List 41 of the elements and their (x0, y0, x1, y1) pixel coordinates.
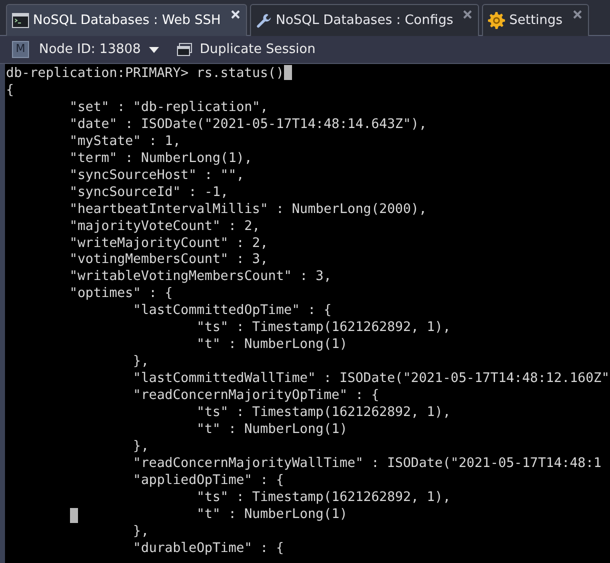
terminal-line: "date" : ISODate("2021-05-17T14:48:14.643Z"), (68, 116, 427, 132)
terminal-line: "syncSourceId" : -1, (68, 184, 228, 200)
node-dropdown[interactable]: Node ID: 13808 (39, 40, 159, 60)
windows-icon (176, 43, 192, 56)
terminal-line: "syncSourceHost" : "", (68, 168, 244, 183)
terminal-line: "optimes" : { (68, 286, 173, 302)
terminal-line: { (6, 82, 14, 98)
terminal-line: "t" : NumberLong(1) (196, 422, 348, 438)
terminal-line: "set" : "db-replication", (68, 100, 268, 115)
terminal-line: }, (132, 438, 149, 454)
terminal-line: }, (132, 524, 149, 539)
tab[interactable]: Settings (482, 4, 589, 36)
terminal-line: "ts" : Timestamp(1621262892, 1), (196, 320, 451, 336)
terminal-line: "durableOpTime" : { (132, 540, 284, 556)
terminal-output[interactable] (0, 64, 610, 563)
gear-icon (488, 12, 506, 29)
terminal-line: "heartbeatIntervalMillis" : NumberLong(2000), (68, 202, 427, 217)
terminal-line: "votingMembersCount" : 3, (68, 252, 268, 268)
terminal-line: "writableVotingMembersCount" : 3, (68, 269, 332, 284)
terminal-line: "writeMajorityCount" : 2, (68, 236, 268, 251)
terminal-icon (12, 13, 29, 28)
terminal-line: "readConcernMajorityOpTime" : { (132, 388, 380, 404)
terminal-line: "readConcernMajorityWallTime" : ISODate("2021-05-17T14:48:1 (132, 456, 602, 471)
terminal-line: db-replication:PRIMARY> rs.status() (6, 66, 284, 81)
terminal-line: "majorityVoteCount" : 2, (68, 218, 260, 234)
wrench-icon (256, 12, 272, 28)
terminal-line: "t" : NumberLong(1) (196, 506, 348, 522)
terminal-line: "term" : NumberLong(1), (68, 150, 252, 166)
terminal-line: "ts" : Timestamp(1621262892, 1), (196, 490, 451, 505)
node-badge: M (12, 41, 29, 58)
caret-icon (148, 46, 159, 52)
terminal-line: "lastCommittedOpTime" : { (132, 303, 332, 318)
duplicate-session-button[interactable]: Duplicate Session (176, 40, 316, 60)
terminal-line: "t" : NumberLong(1) (196, 337, 348, 352)
terminal-line: "ts" : Timestamp(1621262892, 1), (196, 405, 451, 420)
terminal-line: }, (132, 354, 149, 370)
terminal-line: "lastCommittedWallTime" : ISODate("2021-05-17T14:48:12.160Z" (132, 371, 610, 386)
tab[interactable]: NoSQL Databases : Configs (250, 4, 480, 36)
terminal-line: "myState" : 1, (68, 134, 181, 149)
terminal-line: "appliedOpTime" : { (132, 472, 284, 488)
tab[interactable]: NoSQL Databases : Web SSH (6, 4, 247, 36)
